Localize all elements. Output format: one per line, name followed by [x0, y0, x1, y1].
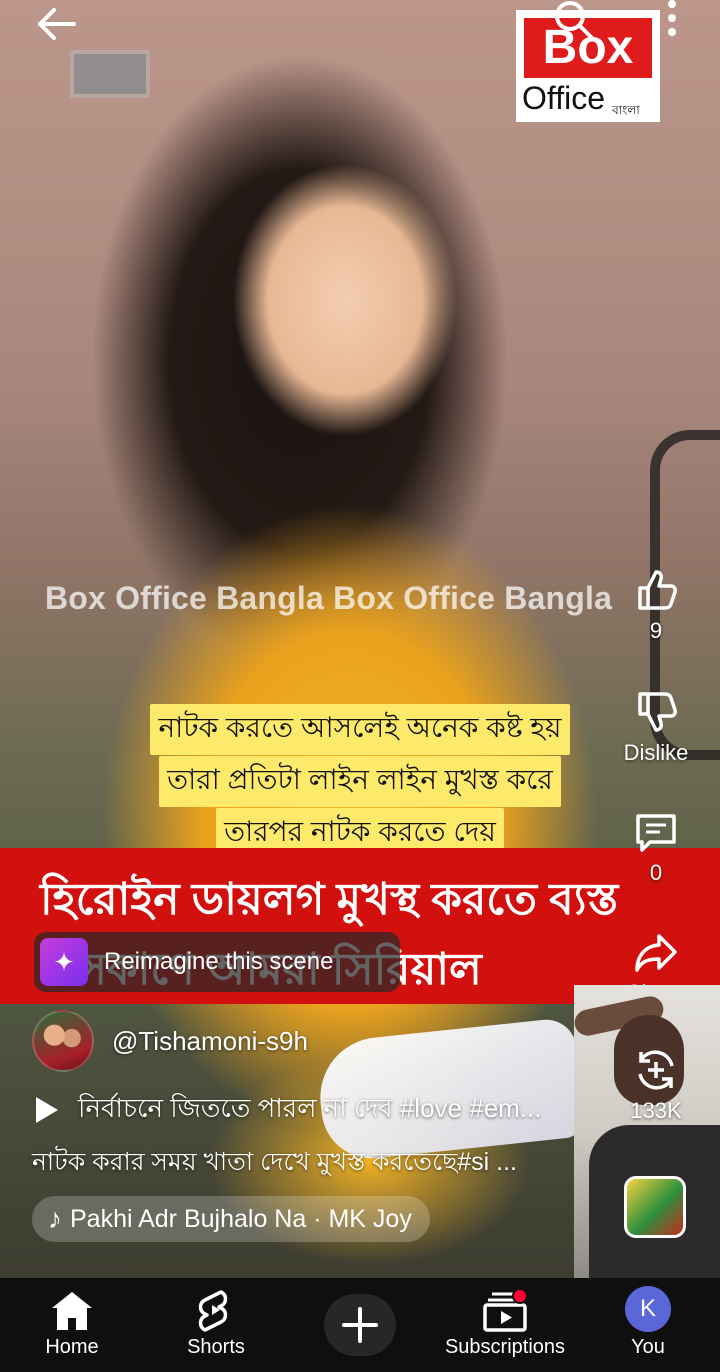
related-video-title: নির্বাচনে জিততে পারল না দেব #love #em... [78, 1093, 542, 1123]
comments-button[interactable]: 0 [614, 808, 698, 886]
create-button[interactable] [324, 1294, 396, 1356]
channel-handle[interactable]: @Tishamoni-s9h [112, 1026, 308, 1057]
like-button[interactable]: 9 [614, 566, 698, 644]
caption-line: তারা প্রতিটা লাইন লাইন মুখস্ত করে [159, 756, 561, 807]
background-window [70, 50, 150, 98]
user-avatar: K [625, 1286, 671, 1332]
channel-avatar[interactable] [32, 1010, 94, 1072]
music-attribution[interactable]: ♪ Pakhi Adr Bujhalo Na · MK Joy [32, 1196, 430, 1242]
nav-subscriptions[interactable]: Subscriptions [436, 1278, 574, 1372]
video-caption: নাটক করতে আসলেই অনেক কষ্ট হয় তারা প্রতি… [0, 704, 720, 860]
thumbs-up-icon [638, 570, 677, 610]
caption-line: নাটক করতে আসলেই অনেক কষ্ট হয় [150, 704, 570, 755]
shorts-icon [198, 1290, 228, 1332]
remix-button[interactable]: 133K [614, 1046, 698, 1124]
comment-icon [636, 814, 676, 852]
back-button[interactable] [32, 0, 80, 48]
nav-you-label: You [631, 1336, 665, 1358]
banner-line: হিরোইন ডায়লগ মুখস্থ করতে ব্যস্ত [40, 875, 619, 924]
remix-icon [638, 1050, 674, 1090]
share-icon [635, 934, 677, 972]
more-vertical-icon [668, 0, 676, 36]
logo-text-bottom: Office [522, 80, 605, 116]
logo-text-sub: বাংলা [612, 103, 640, 117]
channel-row[interactable]: @Tishamoni-s9h [32, 1010, 308, 1072]
sound-thumbnail[interactable] [624, 1176, 686, 1238]
plus-icon [342, 1307, 378, 1343]
nav-home[interactable]: Home [34, 1278, 110, 1372]
play-icon [36, 1097, 58, 1123]
search-button[interactable] [550, 0, 598, 44]
nav-shorts[interactable]: Shorts [178, 1278, 254, 1372]
search-icon [555, 1, 594, 40]
music-note-icon: ♪ [48, 1203, 62, 1234]
more-options-button[interactable] [648, 0, 696, 42]
dislike-button[interactable]: Dislike [614, 688, 698, 766]
like-count: 9 [649, 618, 663, 643]
video-watermark: Box Office Bangla Box Office Bangla [45, 580, 613, 616]
related-video-link[interactable]: নির্বাচনে জিততে পারল না দেব #love #em... [36, 1088, 541, 1132]
comments-count: 0 [649, 860, 663, 885]
nav-shorts-label: Shorts [187, 1336, 245, 1358]
video-description[interactable]: নাটক করার সময় খাতা দেখে মুখস্ত করতেছে#s… [32, 1142, 517, 1185]
nav-subscriptions-label: Subscriptions [444, 1336, 566, 1358]
remix-count: 133K [630, 1098, 682, 1123]
back-arrow-icon [38, 8, 76, 40]
sparkle-icon: ✦ [40, 938, 88, 986]
notification-dot [512, 1288, 528, 1304]
nav-you[interactable]: K You [610, 1278, 686, 1372]
dislike-label: Dislike [623, 740, 689, 765]
music-title: Pakhi Adr Bujhalo Na · MK Joy [70, 1204, 412, 1233]
thumbs-down-icon [638, 692, 677, 732]
nav-home-label: Home [45, 1336, 99, 1358]
home-icon [52, 1292, 92, 1330]
reimagine-label: Reimagine this scene [104, 948, 334, 975]
reimagine-scene-button[interactable]: ✦ Reimagine this scene [34, 932, 400, 992]
